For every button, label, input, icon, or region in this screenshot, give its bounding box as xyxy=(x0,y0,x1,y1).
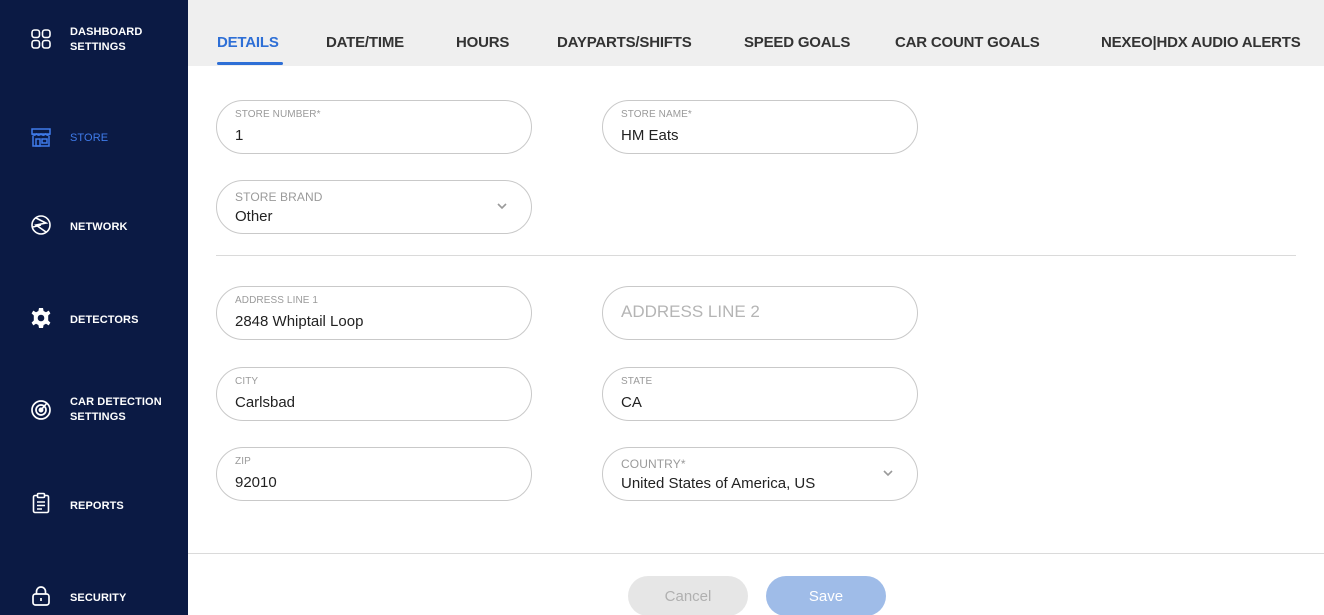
chevron-down-icon xyxy=(883,470,893,477)
tab-bar: DETAILS DATE/TIME HOURS DAYPARTS/SHIFTS … xyxy=(188,0,1324,66)
sidebar-item-label: CAR DETECTION xyxy=(70,396,162,408)
field-value: 92010 xyxy=(235,474,277,491)
field-label: COUNTRY* xyxy=(621,457,686,471)
radar-icon xyxy=(30,399,52,421)
sidebar-item-label: DASHBOARD xyxy=(70,26,143,38)
field-value: Carlsbad xyxy=(235,394,296,411)
field-value: CA xyxy=(621,394,642,411)
city-field[interactable]: CITY Carlsbad xyxy=(216,367,532,421)
field-placeholder: ADDRESS LINE 2 xyxy=(621,302,760,321)
field-value: 2848 Whiptail Loop xyxy=(235,313,364,330)
tab-hours[interactable]: HOURS xyxy=(456,34,509,51)
sidebar-item-detectors[interactable]: DETECTORS xyxy=(0,288,188,348)
sidebar-item-label: SECURITY xyxy=(70,592,127,604)
gear-icon xyxy=(30,307,52,329)
chevron-down-icon xyxy=(497,203,507,210)
network-icon xyxy=(30,214,52,236)
zip-field[interactable]: ZIP 92010 xyxy=(216,447,532,501)
cancel-button[interactable]: Cancel xyxy=(628,576,748,615)
field-label: ZIP xyxy=(235,456,251,467)
country-select[interactable]: COUNTRY* United States of America, US xyxy=(602,447,918,501)
sidebar-item-label: SETTINGS xyxy=(70,411,126,423)
field-value: 1 xyxy=(235,127,244,144)
field-label: STORE NAME* xyxy=(621,109,692,120)
field-label: STORE NUMBER* xyxy=(235,109,321,120)
lock-icon xyxy=(30,585,52,607)
tab-nexeo-hdx-audio-alerts[interactable]: NEXEO|HDX AUDIO ALERTS xyxy=(1101,34,1301,51)
sidebar-item-security[interactable]: SECURITY xyxy=(0,566,188,615)
field-label: ADDRESS LINE 1 xyxy=(235,295,319,306)
field-label: CITY xyxy=(235,376,259,387)
tab-speed-goals[interactable]: SPEED GOALS xyxy=(744,34,850,51)
sidebar-item-network[interactable]: NETWORK xyxy=(0,195,188,255)
tab-date-time[interactable]: DATE/TIME xyxy=(326,34,404,51)
field-value: HM Eats xyxy=(621,127,679,144)
sidebar: DASHBOARD SETTINGS STORE NETWORK DETECTO… xyxy=(0,0,188,615)
sidebar-item-car-detection-settings[interactable]: CAR DETECTION SETTINGS xyxy=(0,380,188,440)
sidebar-item-reports[interactable]: REPORTS xyxy=(0,474,188,534)
clipboard-icon xyxy=(30,492,52,514)
sidebar-item-store[interactable]: STORE xyxy=(0,108,188,168)
sidebar-item-label: SETTINGS xyxy=(70,41,126,53)
save-button[interactable]: Save xyxy=(766,576,886,615)
active-tab-indicator xyxy=(217,62,283,65)
field-value: Other xyxy=(235,208,273,225)
sidebar-item-label: NETWORK xyxy=(70,221,128,233)
sidebar-item-dashboard-settings[interactable]: DASHBOARD SETTINGS xyxy=(0,10,188,70)
tab-car-count-goals[interactable]: CAR COUNT GOALS xyxy=(895,34,1040,51)
sidebar-item-label: STORE xyxy=(70,132,109,144)
store-brand-select[interactable]: STORE BRAND Other xyxy=(216,180,532,234)
field-value: United States of America, US xyxy=(621,475,816,492)
field-label: STATE xyxy=(621,376,653,387)
field-label: STORE BRAND xyxy=(235,190,323,204)
grid-icon xyxy=(30,28,52,50)
section-divider xyxy=(216,255,1296,256)
address-line1-field[interactable]: ADDRESS LINE 1 2848 Whiptail Loop xyxy=(216,286,532,340)
tab-details[interactable]: DETAILS xyxy=(217,34,279,51)
store-icon xyxy=(30,126,52,148)
tab-dayparts-shifts[interactable]: DAYPARTS/SHIFTS xyxy=(557,34,692,51)
address-line2-field[interactable]: ADDRESS LINE 2 xyxy=(602,286,918,340)
sidebar-item-label: DETECTORS xyxy=(70,314,139,326)
store-name-field[interactable]: STORE NAME* HM Eats xyxy=(602,100,918,154)
state-field[interactable]: STATE CA xyxy=(602,367,918,421)
footer-divider xyxy=(188,553,1324,554)
sidebar-item-label: REPORTS xyxy=(70,500,124,512)
store-number-field[interactable]: STORE NUMBER* 1 xyxy=(216,100,532,154)
